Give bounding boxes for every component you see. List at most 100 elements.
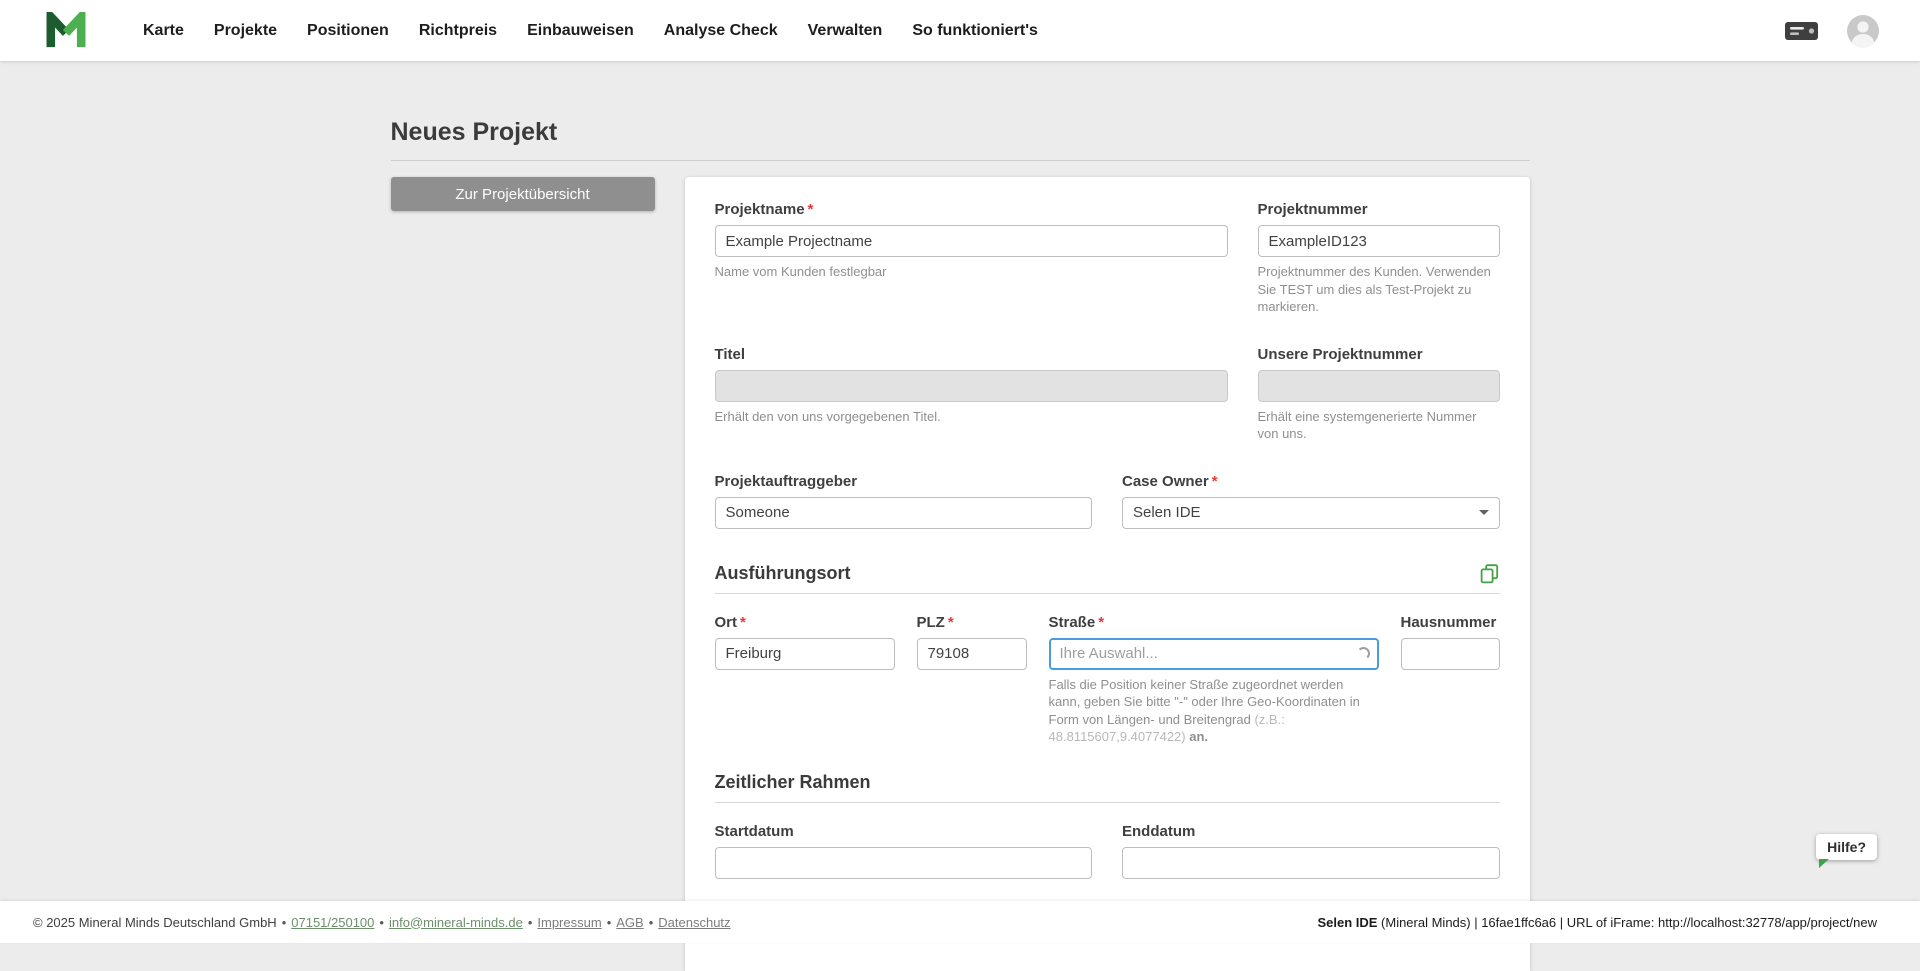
titel-helper: Erhält den von uns vorgegebenen Titel. xyxy=(715,408,1228,426)
startdatum-label: Startdatum xyxy=(715,823,1093,840)
separator: • xyxy=(607,915,612,930)
nav-item-verwalten[interactable]: Verwalten xyxy=(808,22,883,40)
unsere-projektnummer-input xyxy=(1258,370,1500,402)
agb-link[interactable]: AGB xyxy=(616,915,643,930)
case-owner-value: Selen IDE xyxy=(1133,504,1201,521)
field-projektname: Projektname* Name vom Kunden festlegbar xyxy=(715,201,1228,316)
projektname-helper: Name vom Kunden festlegbar xyxy=(715,263,1228,281)
chevron-down-icon xyxy=(1479,510,1489,515)
titel-input xyxy=(715,370,1228,402)
field-strasse: Straße* Falls die Position keiner Straße… xyxy=(1049,614,1379,746)
required-marker: * xyxy=(1212,473,1218,490)
field-projektauftraggeber: Projektauftraggeber xyxy=(715,473,1093,529)
case-owner-select[interactable]: Selen IDE xyxy=(1122,497,1500,529)
projektnummer-input[interactable] xyxy=(1258,225,1500,257)
nav-item-karte[interactable]: Karte xyxy=(143,22,184,40)
separator: • xyxy=(282,915,287,930)
unsere-projektnummer-helper: Erhält eine systemgenerierte Nummer von … xyxy=(1258,408,1500,443)
label-text: Case Owner xyxy=(1122,473,1209,490)
mineral-minds-logo-icon xyxy=(45,12,87,50)
required-marker: * xyxy=(1098,614,1104,631)
strasse-input[interactable] xyxy=(1049,638,1379,670)
navbar: Karte Projekte Positionen Richtpreis Ein… xyxy=(0,0,1920,61)
separator: • xyxy=(379,915,384,930)
enddatum-input[interactable] xyxy=(1122,847,1500,879)
footer: © 2025 Mineral Minds Deutschland GmbH • … xyxy=(0,901,1920,943)
projektnummer-helper: Projektnummer des Kunden. Verwenden Sie … xyxy=(1258,263,1500,316)
project-form-card: Projektname* Name vom Kunden festlegbar … xyxy=(685,177,1530,911)
field-startdatum: Startdatum xyxy=(715,823,1093,879)
navbar-right xyxy=(1784,14,1880,48)
label-text: Titel xyxy=(715,346,746,363)
server-icon[interactable] xyxy=(1784,19,1820,43)
separator: • xyxy=(649,915,654,930)
projektauftraggeber-input[interactable] xyxy=(715,497,1093,529)
nav-item-projekte[interactable]: Projekte xyxy=(214,22,277,40)
divider xyxy=(715,802,1500,803)
project-overview-button[interactable]: Zur Projektübersicht xyxy=(391,177,655,211)
required-marker: * xyxy=(740,614,746,631)
strasse-helper-main: Falls die Position keiner Straße zugeord… xyxy=(1049,677,1360,727)
main-nav: Karte Projekte Positionen Richtpreis Ein… xyxy=(143,22,1038,40)
titel-label: Titel xyxy=(715,346,1228,363)
loading-spinner-icon xyxy=(1357,647,1370,660)
nav-item-positionen[interactable]: Positionen xyxy=(307,22,389,40)
section-ausfuehrungsort-header: Ausführungsort xyxy=(715,563,1500,584)
email-link[interactable]: info@mineral-minds.de xyxy=(389,915,523,930)
page-title: Neues Projekt xyxy=(391,118,1530,147)
strasse-input-wrap xyxy=(1049,638,1379,670)
section-title-ausfuehrungsort: Ausführungsort xyxy=(715,563,851,584)
label-text: Projektnummer xyxy=(1258,201,1368,218)
strasse-helper: Falls die Position keiner Straße zugeord… xyxy=(1049,676,1379,746)
phone-link[interactable]: 07151/250100 xyxy=(291,915,374,930)
field-plz: PLZ* xyxy=(917,614,1027,746)
field-hausnummer: Hausnummer xyxy=(1401,614,1500,746)
footer-left: © 2025 Mineral Minds Deutschland GmbH • … xyxy=(33,915,731,930)
plz-label: PLZ* xyxy=(917,614,1027,631)
divider xyxy=(715,593,1500,594)
label-text: Enddatum xyxy=(1122,823,1195,840)
session-user: Selen IDE xyxy=(1317,915,1377,930)
nav-item-analyse-check[interactable]: Analyse Check xyxy=(664,22,778,40)
copyright-text: © 2025 Mineral Minds Deutschland GmbH xyxy=(33,915,277,930)
copy-icon[interactable] xyxy=(1479,563,1500,584)
label-text: Straße xyxy=(1049,614,1096,631)
strasse-label: Straße* xyxy=(1049,614,1379,631)
startdatum-input[interactable] xyxy=(715,847,1093,879)
field-enddatum: Enddatum xyxy=(1122,823,1500,879)
nav-item-so-funktionierts[interactable]: So funktioniert's xyxy=(912,22,1038,40)
strasse-helper-end: an. xyxy=(1186,729,1208,744)
content: Neues Projekt Zur Projektübersicht Proje… xyxy=(391,61,1530,971)
ort-input[interactable] xyxy=(715,638,895,670)
section-zeitlicher-rahmen-header: Zeitlicher Rahmen xyxy=(715,772,1500,793)
required-marker: * xyxy=(808,201,814,218)
separator: • xyxy=(528,915,533,930)
label-text: Hausnummer xyxy=(1401,614,1497,631)
label-text: Projektauftraggeber xyxy=(715,473,858,490)
field-ort: Ort* xyxy=(715,614,895,746)
projektauftraggeber-label: Projektauftraggeber xyxy=(715,473,1093,490)
projektname-input[interactable] xyxy=(715,225,1228,257)
nav-item-richtpreis[interactable]: Richtpreis xyxy=(419,22,497,40)
case-owner-label: Case Owner* xyxy=(1122,473,1500,490)
session-info: Selen IDE (Mineral Minds) | 16fae1ffc6a6… xyxy=(1317,915,1877,930)
hausnummer-label: Hausnummer xyxy=(1401,614,1500,631)
field-titel: Titel Erhält den von uns vorgegebenen Ti… xyxy=(715,346,1228,443)
avatar[interactable] xyxy=(1846,14,1880,48)
hausnummer-input[interactable] xyxy=(1401,638,1500,670)
enddatum-label: Enddatum xyxy=(1122,823,1500,840)
help-button[interactable]: Hilfe? xyxy=(1816,834,1877,860)
projektnummer-label: Projektnummer xyxy=(1258,201,1500,218)
logo[interactable] xyxy=(45,12,87,50)
plz-input[interactable] xyxy=(917,638,1027,670)
nav-item-einbauweisen[interactable]: Einbauweisen xyxy=(527,22,634,40)
divider xyxy=(391,160,1530,161)
required-marker: * xyxy=(948,614,954,631)
label-text: Unsere Projektnummer xyxy=(1258,346,1423,363)
label-text: Ort xyxy=(715,614,738,631)
ort-label: Ort* xyxy=(715,614,895,631)
label-text: Projektname xyxy=(715,201,805,218)
session-details: (Mineral Minds) | 16fae1ffc6a6 | URL of … xyxy=(1377,915,1877,930)
impressum-link[interactable]: Impressum xyxy=(537,915,601,930)
datenschutz-link[interactable]: Datenschutz xyxy=(658,915,730,930)
